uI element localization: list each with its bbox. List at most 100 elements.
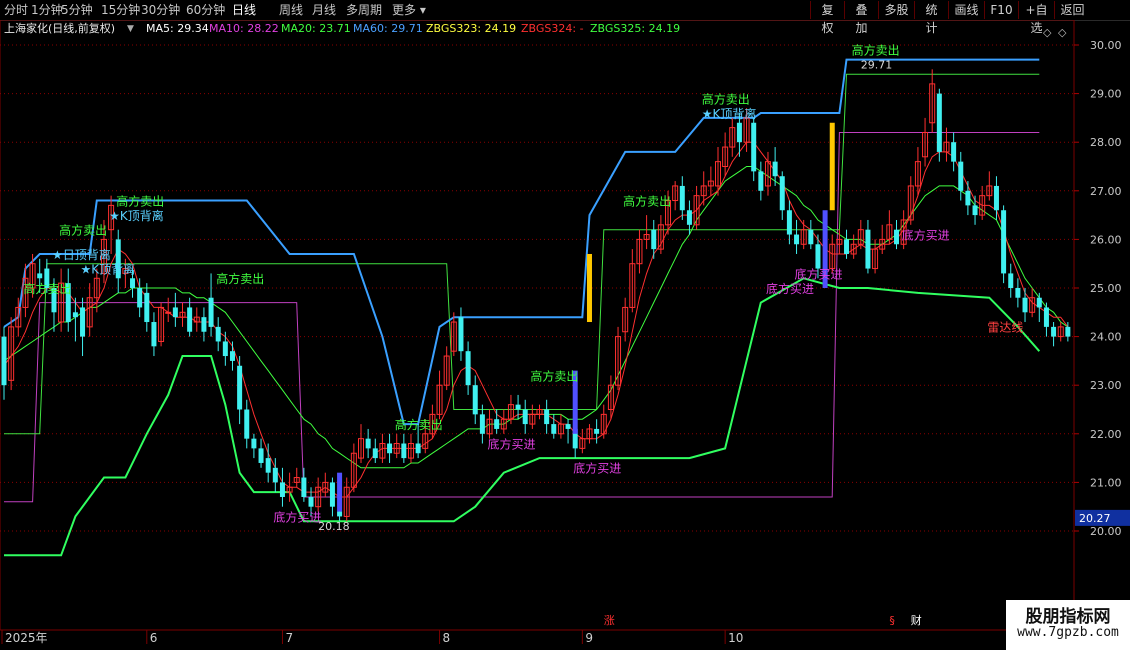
candle-body: [472, 385, 478, 415]
candle-body: [494, 419, 500, 429]
candle-body: [515, 404, 521, 410]
candle-body: [936, 93, 942, 152]
tab-1[interactable]: 1分钟: [31, 2, 63, 18]
candle-body: [551, 424, 557, 434]
candle-body: [222, 341, 228, 357]
candle-body: [1015, 288, 1021, 298]
candle-body: [1065, 326, 1071, 337]
candle-body: [251, 438, 257, 449]
current-price-label: 20.27: [1079, 512, 1111, 525]
signal-annotation: 底方买进: [766, 281, 814, 296]
toolbar-button-3[interactable]: 统计: [914, 1, 948, 35]
y-tick-label: 21.00: [1090, 476, 1122, 489]
tab-5[interactable]: 60分钟: [186, 2, 225, 18]
x-tick-label: 10: [728, 631, 743, 645]
tab-7[interactable]: 周线: [279, 2, 303, 18]
y-tick-label: 30.00: [1090, 39, 1122, 52]
candle-body: [208, 297, 214, 327]
candle-body: [894, 229, 899, 245]
candle-body: [365, 438, 371, 449]
tab-6[interactable]: 日线: [232, 2, 256, 18]
candle-body: [786, 210, 792, 235]
candle-body: [758, 171, 764, 191]
x-tick-label: 2025年: [5, 631, 48, 645]
candle-body: [401, 443, 407, 459]
signal-annotation: 高方卖出: [395, 417, 443, 432]
watermark-url: www.7gpzb.com: [1017, 625, 1119, 640]
candle-body: [215, 326, 221, 342]
watermark-title: 股朋指标网: [1025, 607, 1111, 627]
y-tick-label: 24.00: [1090, 331, 1122, 344]
candle-body: [72, 312, 78, 318]
candle-body: [172, 307, 178, 318]
toolbar-button-6[interactable]: +自选: [1018, 1, 1054, 35]
candle-body: [272, 467, 278, 483]
candle-body: [993, 185, 999, 211]
tab-4[interactable]: 30分钟: [141, 2, 180, 18]
candle-body: [808, 229, 814, 245]
signal-annotation: ★K顶背离: [702, 106, 757, 121]
x-tick-label: 8: [443, 631, 451, 645]
candle-body: [865, 229, 871, 269]
signal-annotation: ★K顶背离: [81, 261, 136, 276]
candle-body: [815, 244, 821, 269]
signal-annotation: 高方卖出: [702, 91, 750, 106]
toolbar-button-5[interactable]: F10: [984, 1, 1018, 19]
candle-body: [686, 210, 692, 225]
toolbar-button-7[interactable]: 返回: [1054, 1, 1090, 19]
candle-body: [736, 122, 742, 143]
candle-body: [1008, 273, 1014, 288]
candle-body: [751, 122, 757, 172]
tab-10[interactable]: 更多 ▾: [392, 2, 426, 18]
y-tick-label: 29.00: [1090, 88, 1122, 101]
candle-body: [279, 482, 285, 497]
candle-body: [151, 322, 157, 347]
candle-body: [594, 428, 600, 434]
y-tick-label: 25.00: [1090, 282, 1122, 295]
y-tick-label: 20.00: [1090, 525, 1122, 538]
signal-annotation: ★K顶背离: [109, 208, 164, 223]
candle-body: [130, 278, 136, 288]
candle-body: [258, 448, 264, 463]
signal-bar: [337, 472, 343, 512]
candle-body: [779, 176, 785, 211]
y-tick-label: 27.00: [1090, 185, 1122, 198]
signal-annotation: 高方卖出: [216, 271, 264, 286]
tab-0[interactable]: 分时: [4, 2, 28, 18]
candle-body: [37, 273, 43, 279]
candle-body: [479, 414, 485, 434]
candle-body: [794, 234, 800, 245]
candle-body: [229, 351, 235, 361]
bottom-marker: §: [889, 614, 895, 627]
signal-bar: [586, 253, 592, 323]
diamond-icon: ◇: [1043, 26, 1052, 39]
candle-body: [201, 317, 207, 332]
signal-annotation: 底方买进: [273, 509, 321, 524]
toolbar-button-2[interactable]: 多股: [878, 1, 914, 19]
x-tick-label: 7: [285, 631, 293, 645]
candle-body: [958, 161, 964, 191]
candle-body: [1022, 297, 1028, 313]
price-extreme-label: 29.71: [861, 58, 893, 71]
candle-body: [165, 311, 172, 314]
candle-body: [137, 288, 143, 308]
tab-9[interactable]: 多周期: [346, 2, 382, 18]
candle-body: [458, 317, 464, 352]
tab-8[interactable]: 月线: [312, 2, 336, 18]
candle-body: [1036, 297, 1042, 308]
toolbar-button-0[interactable]: 复权: [810, 1, 844, 35]
candle-body: [387, 443, 393, 454]
toolbar-button-4[interactable]: 画线: [948, 1, 984, 19]
tab-2[interactable]: 5分钟: [61, 2, 93, 18]
toolbar-button-1[interactable]: 叠加: [844, 1, 878, 35]
signal-annotation: 高方卖出: [116, 193, 164, 208]
candle-body: [244, 409, 250, 439]
candle-body: [308, 496, 314, 507]
signal-annotation: 高方卖出: [23, 281, 71, 296]
candle-body: [187, 307, 193, 332]
y-tick-label: 22.00: [1090, 428, 1122, 441]
tab-3[interactable]: 15分钟: [101, 2, 140, 18]
upper-band-line: [3, 58, 1040, 426]
signal-annotation: 高方卖出: [530, 368, 578, 383]
signal-annotation: 底方买进: [902, 227, 950, 242]
